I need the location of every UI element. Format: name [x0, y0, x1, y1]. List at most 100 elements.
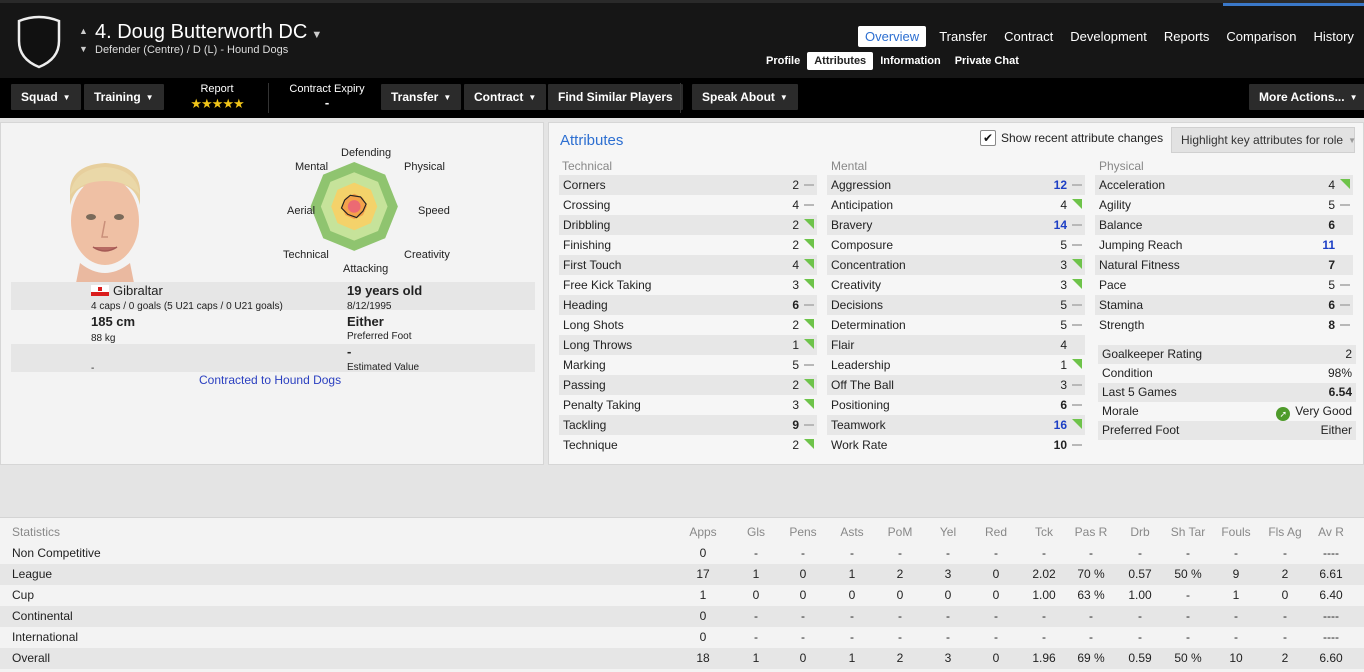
- attribute-row[interactable]: Balance 6: [1095, 215, 1353, 235]
- table-row[interactable]: Overall 18 1 0 1 2 3 0 1.96 69 % 0.59 50 % 10 2 6.60: [0, 648, 1364, 669]
- attribute-row[interactable]: Jumping Reach 11: [1095, 235, 1353, 255]
- trend-flat-icon: [1339, 275, 1351, 295]
- attribute-row[interactable]: Strength 8: [1095, 315, 1353, 335]
- attribute-row[interactable]: Passing 2: [559, 375, 817, 395]
- attribute-value: 2: [792, 218, 799, 232]
- table-row[interactable]: Non Competitive 0- - - - - - - - - - - - ----: [0, 543, 1364, 564]
- attribute-row[interactable]: Bravery 14: [827, 215, 1085, 235]
- contract-button[interactable]: Contract ▼: [464, 84, 547, 110]
- attribute-row[interactable]: Dribbling 2: [559, 215, 817, 235]
- attribute-name: Long Shots: [563, 318, 624, 332]
- table-row[interactable]: Continental 0- - - - - - - - - - - - ----: [0, 606, 1364, 627]
- summary-row: Goalkeeper Rating 2: [1098, 345, 1356, 364]
- show-changes-checkbox[interactable]: ✔: [980, 130, 996, 146]
- attribute-name: Positioning: [831, 398, 890, 412]
- attribute-row[interactable]: Determination 5: [827, 315, 1085, 335]
- attribute-name: Concentration: [831, 258, 906, 272]
- attribute-row[interactable]: Composure 5: [827, 235, 1085, 255]
- trend-flat-icon: [1071, 435, 1083, 455]
- attribute-row[interactable]: Flair 4: [827, 335, 1085, 355]
- squad-button[interactable]: Squad ▼: [11, 84, 81, 110]
- trend-down-icon: [1339, 215, 1351, 235]
- attribute-row[interactable]: Tackling 9: [559, 415, 817, 435]
- transfer-button[interactable]: Transfer ▼: [381, 84, 462, 110]
- attribute-row[interactable]: Stamina 6: [1095, 295, 1353, 315]
- highlight-key-attributes-button[interactable]: Highlight key attributes for role ▼: [1171, 127, 1356, 153]
- contract-expiry-value: -: [324, 95, 330, 110]
- tab-profile[interactable]: Profile: [759, 52, 807, 70]
- radar-label-mental: Mental: [295, 161, 329, 173]
- player-name[interactable]: 4. Doug Butterworth DC ▼: [95, 21, 322, 44]
- training-button[interactable]: Training ▼: [84, 84, 164, 110]
- attribute-row[interactable]: Natural Fitness 7: [1095, 255, 1353, 275]
- trend-flat-icon: [803, 295, 815, 315]
- tab-comparison[interactable]: Comparison: [1219, 26, 1303, 47]
- next-player-icon[interactable]: ▼: [79, 44, 88, 54]
- attribute-row[interactable]: Finishing 2: [559, 235, 817, 255]
- attribute-row[interactable]: Long Shots 2: [559, 315, 817, 335]
- attribute-row[interactable]: Anticipation 4: [827, 195, 1085, 215]
- attribute-row[interactable]: Off The Ball 3: [827, 375, 1085, 395]
- tab-transfer[interactable]: Transfer: [932, 26, 994, 47]
- attribute-row[interactable]: Creativity 3: [827, 275, 1085, 295]
- tab-information[interactable]: Information: [873, 52, 948, 70]
- attribute-name: Teamwork: [831, 418, 886, 432]
- attribute-row[interactable]: Pace 5: [1095, 275, 1353, 295]
- trend-up-icon: [1071, 355, 1083, 375]
- trend-up-icon: [1071, 195, 1083, 215]
- attribute-row[interactable]: Penalty Taking 3: [559, 395, 817, 415]
- table-row[interactable]: League 17 1 0 1 2 3 0 2.02 70 % 0.57 50 % 9 2 6.61: [0, 564, 1364, 585]
- attribute-row[interactable]: Heading 6: [559, 295, 817, 315]
- report-box[interactable]: Report ★★★★★: [180, 83, 254, 112]
- speak-about-button[interactable]: Speak About ▼: [692, 84, 798, 110]
- trend-down-icon: [1339, 235, 1351, 255]
- tab-development[interactable]: Development: [1063, 26, 1154, 47]
- attribute-row[interactable]: Marking 5: [559, 355, 817, 375]
- tab-overview[interactable]: Overview: [858, 26, 927, 47]
- trend-flat-icon: [803, 175, 815, 195]
- tab-private-chat[interactable]: Private Chat: [948, 52, 1026, 70]
- more-actions-label: More Actions...: [1259, 90, 1345, 104]
- age: 19 years old: [347, 283, 423, 298]
- table-row[interactable]: International 0- - - - - - - - - - - - ----: [0, 627, 1364, 648]
- table-cell: 18: [696, 651, 710, 665]
- attribute-row[interactable]: Leadership 1: [827, 355, 1085, 375]
- attribute-row[interactable]: Crossing 4: [559, 195, 817, 215]
- summary-value: Either: [1321, 421, 1352, 440]
- attribute-row[interactable]: Corners 2: [559, 175, 817, 195]
- attribute-name: Penalty Taking: [563, 398, 641, 412]
- nationality[interactable]: Gibraltar: [113, 283, 163, 298]
- attribute-row[interactable]: Technique 2: [559, 435, 817, 455]
- radar-label-technical: Technical: [283, 249, 329, 261]
- attribute-row[interactable]: Decisions 5: [827, 295, 1085, 315]
- radar-label-speed: Speed: [418, 205, 450, 217]
- trend-flat-icon: [803, 415, 815, 435]
- attribute-row[interactable]: Agility 5: [1095, 195, 1353, 215]
- attribute-name: Tackling: [563, 418, 607, 432]
- attribute-row[interactable]: Teamwork 16: [827, 415, 1085, 435]
- attribute-value: 4: [792, 258, 799, 272]
- previous-player-icon[interactable]: ▲: [79, 26, 88, 36]
- attribute-row[interactable]: Work Rate 10: [827, 435, 1085, 455]
- more-actions-button[interactable]: More Actions... ▼: [1249, 84, 1364, 110]
- tab-attributes[interactable]: Attributes: [807, 52, 874, 70]
- table-row[interactable]: Cup 1 0 0 0 0 0 0 1.00 63 % 1.00-1 0 6.40: [0, 585, 1364, 606]
- show-changes-label[interactable]: Show recent attribute changes: [1001, 131, 1163, 145]
- attribute-row[interactable]: Free Kick Taking 3: [559, 275, 817, 295]
- find-similar-players-button[interactable]: Find Similar Players: [548, 84, 683, 110]
- tab-history[interactable]: History: [1306, 26, 1360, 47]
- tab-contract[interactable]: Contract: [997, 26, 1060, 47]
- attribute-row[interactable]: Long Throws 1: [559, 335, 817, 355]
- attribute-row[interactable]: Concentration 3: [827, 255, 1085, 275]
- attribute-value: 14: [1053, 218, 1067, 232]
- attribute-name: Determination: [831, 318, 906, 332]
- attribute-row[interactable]: Acceleration 4: [1095, 175, 1353, 195]
- attribute-row[interactable]: Aggression 12: [827, 175, 1085, 195]
- trend-down-icon: [1339, 255, 1351, 275]
- attribute-row[interactable]: First Touch 4: [559, 255, 817, 275]
- summary-name: Morale: [1102, 404, 1139, 418]
- preferred-foot-value: Either: [347, 314, 384, 329]
- tab-reports[interactable]: Reports: [1157, 26, 1217, 47]
- contract-link[interactable]: Contracted to Hound Dogs: [199, 373, 341, 387]
- attribute-row[interactable]: Positioning 6: [827, 395, 1085, 415]
